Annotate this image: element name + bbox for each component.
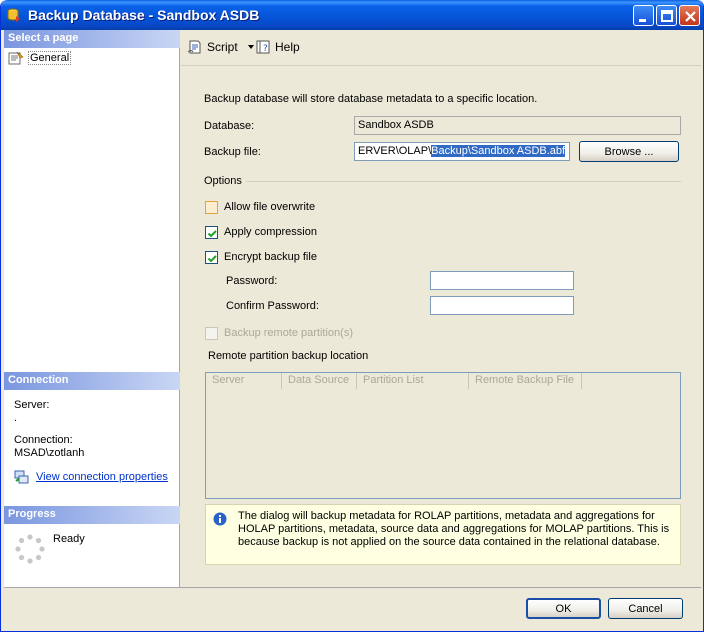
close-button[interactable] [679, 5, 700, 26]
nav-item-general-label: General [28, 51, 72, 65]
backup-file-prefix: ERVER\OLAP\ [358, 145, 432, 157]
allow-overwrite-checkbox[interactable] [205, 201, 218, 214]
remote-partitions-label: Backup remote partition(s) [224, 327, 353, 339]
minimize-icon [639, 19, 646, 22]
title-bar[interactable]: Backup Database - Sandbox ASDB [1, 0, 703, 30]
database-backup-icon [7, 8, 20, 22]
server-label: Server: [14, 399, 50, 411]
encrypt-backup-checkbox[interactable] [205, 251, 218, 264]
info-icon [213, 512, 227, 526]
general-page-icon [8, 51, 24, 65]
connection-properties-icon [14, 470, 29, 484]
progress-spinner-icon [15, 534, 45, 564]
allow-overwrite-label: Allow file overwrite [224, 201, 316, 213]
server-value: . [14, 412, 18, 424]
backup-file-selection: Backup\Sandbox ASDB.abf [431, 145, 566, 157]
checkmark-icon [207, 230, 217, 238]
toolbar: Script ? Help [181, 30, 701, 66]
password-label: Password: [226, 275, 278, 287]
options-label: Options [204, 175, 242, 187]
cancel-button[interactable]: Cancel [608, 598, 683, 619]
maximize-icon [661, 10, 673, 22]
connection-value: MSAD\zotlanh [14, 447, 85, 459]
help-label: Help [275, 40, 300, 54]
ok-button[interactable]: OK [526, 598, 601, 619]
encrypt-backup-label: Encrypt backup file [224, 251, 317, 263]
database-field: Sandbox ASDB [354, 116, 681, 135]
svg-text:?: ? [263, 44, 268, 54]
grid-header: Server Data Source Partition List Remote… [206, 373, 582, 389]
connection-header: Connection [4, 372, 180, 390]
remote-location-label: Remote partition backup location [208, 350, 369, 362]
nav-item-general[interactable]: General [8, 50, 72, 66]
grid-column-header[interactable]: Partition List [357, 373, 469, 389]
grid-column-header[interactable]: Data Source [282, 373, 357, 389]
backup-database-window: Backup Database - Sandbox ASDB Select a … [0, 0, 704, 632]
description-text: Backup database will store database meta… [204, 93, 538, 105]
script-icon [187, 40, 201, 54]
password-input[interactable] [430, 271, 574, 290]
view-connection-properties-link[interactable]: View connection properties [36, 471, 168, 483]
grid-column-header[interactable]: Server [206, 373, 282, 389]
backup-file-label: Backup file: [204, 146, 261, 158]
confirm-password-input[interactable] [430, 296, 574, 315]
script-label: Script [207, 40, 238, 54]
select-page-header: Select a page [4, 30, 180, 48]
script-button[interactable]: Script [187, 39, 256, 55]
minimize-button[interactable] [633, 5, 654, 26]
confirm-password-label: Confirm Password: [226, 300, 319, 312]
browse-button[interactable]: Browse ... [579, 141, 679, 162]
help-icon: ? [256, 40, 270, 54]
options-divider [246, 181, 681, 182]
grid-column-header[interactable]: Remote Backup File [469, 373, 582, 389]
connection-label: Connection: [14, 434, 73, 446]
apply-compression-checkbox[interactable] [205, 226, 218, 239]
info-panel: The dialog will backup metadata for ROLA… [205, 504, 681, 565]
apply-compression-label: Apply compression [224, 226, 317, 238]
dialog-button-bar: OK Cancel [4, 587, 701, 631]
help-button[interactable]: ? Help [255, 39, 300, 55]
checkmark-icon [207, 255, 217, 263]
close-icon [685, 11, 696, 22]
remote-partition-grid[interactable]: Server Data Source Partition List Remote… [205, 372, 681, 499]
backup-file-input[interactable]: ERVER\OLAP\Backup\Sandbox ASDB.abf [354, 142, 570, 161]
maximize-button[interactable] [656, 5, 677, 26]
info-text: The dialog will backup metadata for ROLA… [238, 510, 670, 548]
progress-status: Ready [53, 533, 85, 545]
window-title: Backup Database - Sandbox ASDB [28, 7, 260, 23]
database-label: Database: [204, 120, 255, 132]
left-pane: Select a page General Connection Server:… [4, 30, 180, 587]
main-pane: Backup database will store database meta… [181, 67, 701, 587]
progress-header: Progress [4, 506, 180, 524]
remote-partitions-checkbox[interactable] [205, 327, 218, 340]
view-connection-properties[interactable]: View connection properties [14, 470, 168, 484]
